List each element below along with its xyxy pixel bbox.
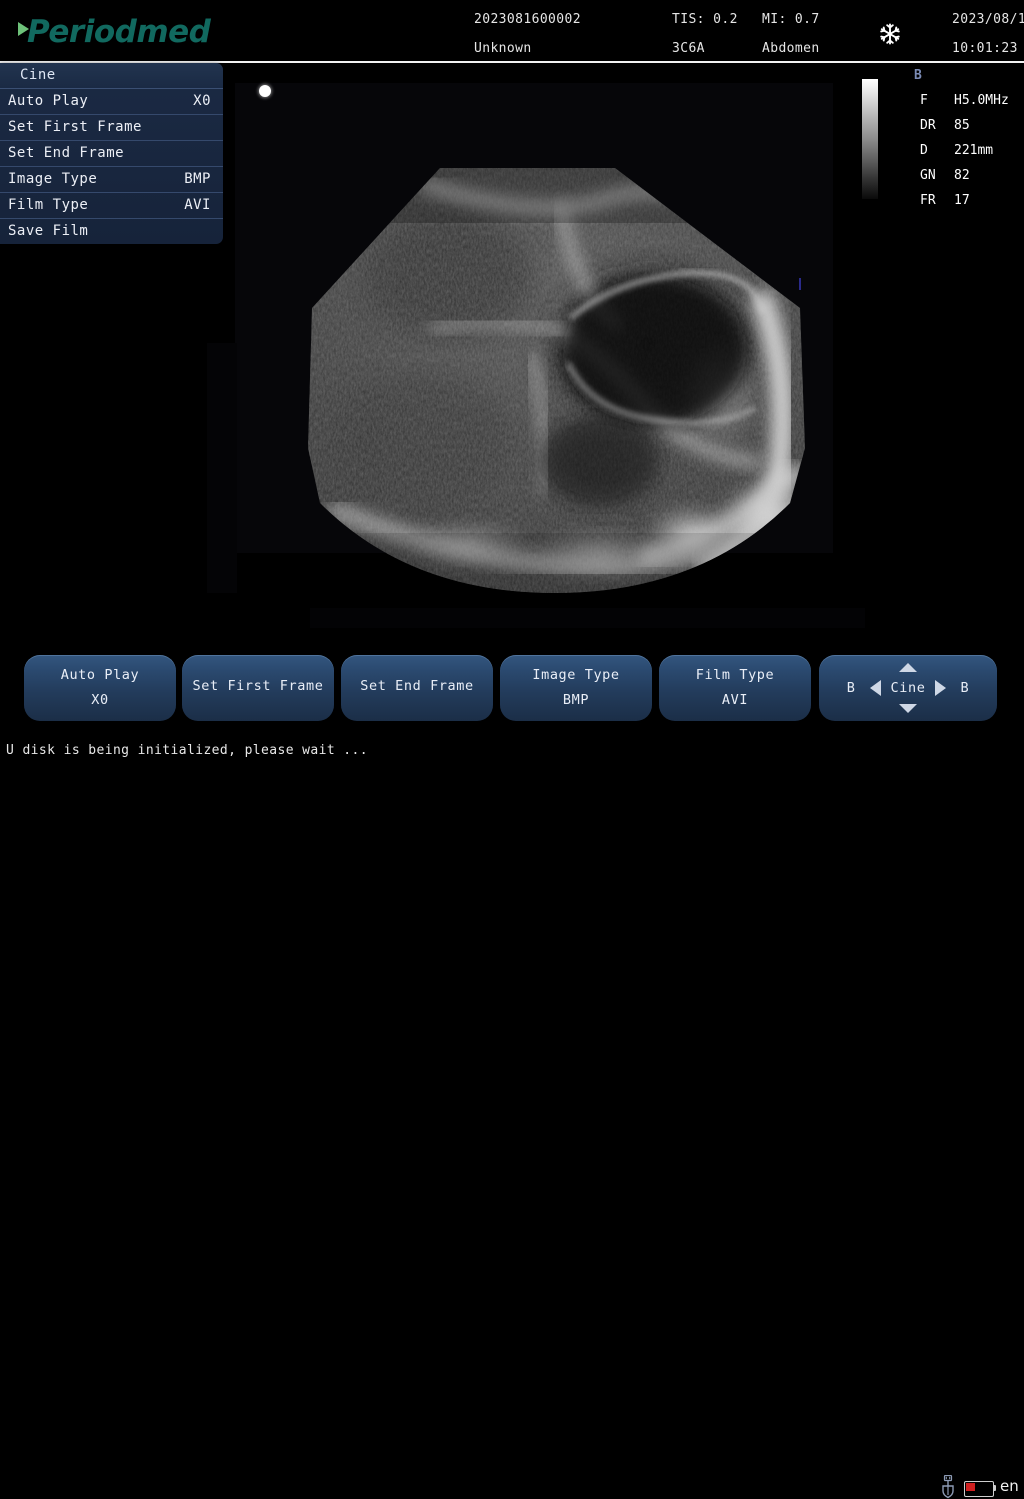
nav-left-mode-label: B (846, 680, 856, 696)
cine-menu-title: Cine (0, 63, 223, 89)
menu-item-label: Film Type (8, 197, 89, 213)
param-val-fr: 17 (954, 193, 970, 208)
app-logo: Periodmed (18, 12, 211, 52)
exam-region: Abdomen (762, 41, 820, 56)
param-key-gn: GN (920, 168, 936, 183)
softkey-film-type[interactable]: Film Type AVI (659, 655, 811, 721)
menu-item-auto-play[interactable]: Auto Play X0 (0, 89, 223, 115)
triangle-up-icon[interactable] (899, 663, 917, 672)
usb-icon (942, 1475, 954, 1499)
status-bar: U disk is being initialized, please wait… (0, 736, 1024, 1499)
patient-id: 2023081600002 (474, 12, 581, 27)
param-key-d: D (920, 143, 928, 158)
status-message: U disk is being initialized, please wait… (6, 743, 368, 758)
probe-model: 3C6A (672, 41, 705, 56)
cine-menu-panel[interactable]: Cine Auto Play X0 Set First Frame Set En… (0, 63, 223, 244)
menu-item-value: BMP (184, 171, 211, 187)
softkey-value: BMP (562, 692, 590, 708)
logo-text: Periodmed (27, 14, 211, 50)
menu-item-set-end-frame[interactable]: Set End Frame (0, 141, 223, 167)
grayscale-reference-bar (862, 79, 878, 199)
menu-item-label: Save Film (8, 223, 89, 239)
battery-cap (993, 1485, 996, 1491)
triangle-down-icon[interactable] (899, 704, 917, 713)
softkey-value: AVI (721, 692, 749, 708)
param-row: D 221mm (908, 138, 1024, 163)
imaging-parameters-panel: B F H5.0MHz DR 85 D 221mm GN 82 FR 17 (908, 63, 1024, 213)
menu-item-label: Auto Play (8, 93, 89, 109)
triangle-left-icon[interactable] (869, 680, 881, 696)
softkey-auto-play[interactable]: Auto Play X0 (24, 655, 176, 721)
menu-item-label: Set End Frame (8, 145, 125, 161)
menu-item-label: Image Type (8, 171, 98, 187)
nav-center-group: Cine (869, 680, 947, 696)
param-row: FR 17 (908, 188, 1024, 213)
system-date: 2023/08/16 (952, 12, 1024, 27)
softkey-image-type[interactable]: Image Type BMP (500, 655, 652, 721)
param-row: F H5.0MHz (908, 88, 1024, 113)
param-key-dr: DR (920, 118, 936, 133)
param-row: DR 85 (908, 113, 1024, 138)
softkey-set-end-frame[interactable]: Set End Frame (341, 655, 493, 721)
param-row: GN 82 (908, 163, 1024, 188)
softkey-label: Film Type (695, 667, 775, 683)
battery-fill (966, 1483, 975, 1491)
param-val-f: H5.0MHz (954, 93, 1009, 108)
tis-value: TIS: 0.2 (672, 12, 738, 27)
softkey-set-first-frame[interactable]: Set First Frame (182, 655, 334, 721)
menu-item-value: AVI (184, 197, 211, 213)
softkey-label: Set End Frame (360, 678, 474, 694)
softkey-label: Image Type (532, 667, 620, 683)
softkey-value: X0 (91, 692, 109, 708)
softkey-label: Set First Frame (192, 678, 324, 694)
system-time: 10:01:23 (952, 41, 1018, 56)
menu-item-value: X0 (193, 93, 211, 109)
menu-item-save-film[interactable]: Save Film (0, 219, 223, 244)
triangle-right-icon[interactable] (935, 680, 947, 696)
softkey-label: Auto Play (60, 667, 140, 683)
header-bar: Periodmed 2023081600002 Unknown TIS: 0.2… (0, 0, 1024, 63)
menu-item-label: Set First Frame (8, 119, 142, 135)
menu-item-image-type[interactable]: Image Type BMP (0, 167, 223, 193)
param-mode-label: B (914, 68, 922, 83)
menu-item-set-first-frame[interactable]: Set First Frame (0, 115, 223, 141)
menu-item-film-type[interactable]: Film Type AVI (0, 193, 223, 219)
param-key-fr: FR (920, 193, 936, 208)
param-val-d: 221mm (954, 143, 994, 158)
softkey-mode-navigator[interactable]: B Cine B (819, 655, 997, 721)
nav-center-label: Cine (890, 680, 926, 696)
language-indicator[interactable]: en (1000, 1477, 1019, 1495)
nav-right-mode-label: B (960, 680, 970, 696)
soft-key-button-bar: Auto Play X0 Set First Frame Set End Fra… (0, 650, 1024, 728)
snowflake-icon (880, 23, 900, 45)
battery-low-icon (964, 1481, 994, 1497)
mi-value: MI: 0.7 (762, 12, 820, 27)
param-key-f: F (920, 93, 928, 108)
param-val-gn: 82 (954, 168, 970, 183)
param-val-dr: 85 (954, 118, 970, 133)
patient-name: Unknown (474, 41, 532, 56)
